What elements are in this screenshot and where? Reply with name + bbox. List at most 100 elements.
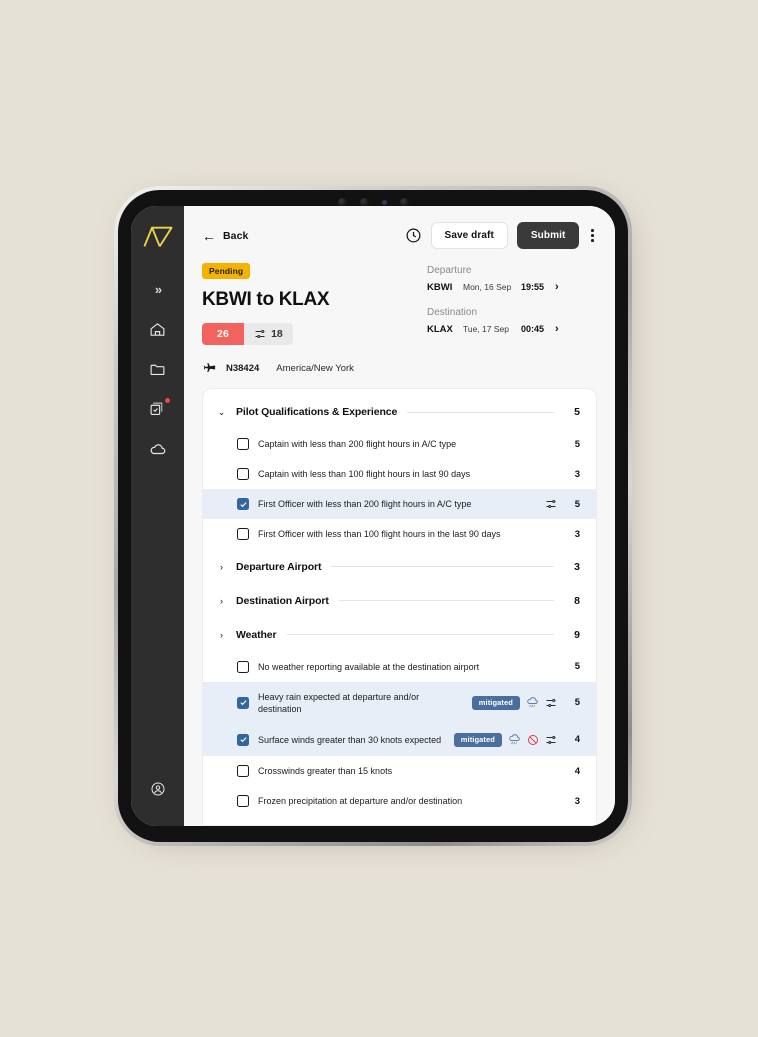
airplane-icon [203, 362, 216, 372]
arrow-left-icon: ← [202, 227, 216, 244]
checklist-section-header[interactable]: › Weather 9 [203, 618, 596, 652]
camera-sensor-indicator [381, 199, 387, 205]
toolbar: ← Back Save draft Submit [184, 206, 615, 255]
page-title: KBWI to KLAX [202, 289, 330, 310]
checklist-item-label: No weather reporting available at the de… [258, 661, 480, 672]
flight-header-left: Pending KBWI to KLAX 26 18 N38424 Americ… [202, 261, 427, 376]
checklist-item-row[interactable]: First Officer with less than 100 flight … [203, 519, 596, 549]
save-draft-button[interactable]: Save draft [430, 222, 508, 249]
destination-row[interactable]: KLAX Tue, 17 Sep 00:45 › [427, 323, 597, 335]
page-root: » ← Back Save draft Submit Pending KBWI … [0, 0, 758, 1037]
checklist-item-label: Captain with less than 200 flight hours … [258, 439, 457, 449]
checklist-item-score: 3 [574, 528, 580, 540]
checklist-item-icons: mitigated [471, 695, 557, 710]
user-circle-icon [151, 782, 164, 796]
checklist-item-score: 5 [574, 661, 580, 673]
checklist-item-row[interactable]: Heavy rain expected at departure and/or … [203, 681, 596, 724]
departure-code: KBWI [427, 281, 453, 293]
section-title: Destination Airport [236, 594, 329, 607]
departure-date: Mon, 16 Sep [463, 282, 512, 292]
clock-icon[interactable] [405, 227, 422, 244]
sidebar-item-folder[interactable] [141, 352, 175, 386]
sidebar-item-profile[interactable] [141, 772, 175, 806]
main-content: ← Back Save draft Submit Pending KBWI to… [184, 206, 615, 826]
checklist-item-score: 5 [574, 438, 580, 450]
sidebar-item-cloud[interactable] [141, 432, 175, 466]
check-icon [239, 737, 247, 743]
checklist-item-label: Heavy rain expected at departure and/or … [258, 691, 420, 714]
chevron-right-icon: › [555, 323, 559, 335]
checklist-item-row[interactable]: Captain with less than 200 flight hours … [203, 429, 596, 459]
prohibited-icon [528, 734, 538, 745]
timezone-label: America/New York [276, 363, 354, 374]
checklist-checkbox[interactable] [237, 438, 249, 451]
rain-cloud-icon [527, 697, 538, 708]
sidebar-item-home[interactable] [141, 312, 175, 346]
flight-header: Pending KBWI to KLAX 26 18 N38424 Americ… [184, 255, 615, 388]
departure-time: 19:55 [521, 282, 545, 292]
checklist-item-row[interactable]: Crosswinds greater than 15 knots 4 [203, 756, 596, 786]
checklist-item-score: 3 [574, 795, 580, 807]
checklist-item-row[interactable]: Surface winds greater than 30 knots expe… [203, 723, 596, 756]
cloud-icon [150, 444, 165, 455]
toolbar-actions: Save draft Submit [405, 222, 597, 249]
checklist-card-wrapper: ⌄ Pilot Qualifications & Experience 5 Capta… [184, 388, 615, 826]
checklist-checkbox[interactable] [237, 696, 249, 709]
section-score: 8 [574, 594, 580, 607]
section-title: Pilot Qualifications & Experience [236, 406, 398, 418]
checklist-item-label: First Officer with less than 200 flight … [258, 499, 472, 510]
checklist-item-row[interactable]: No weather reporting available at the de… [203, 652, 596, 682]
checklist-section-header[interactable]: › Departure Airport 3 [203, 550, 596, 584]
app-sidebar: » [131, 206, 184, 826]
risk-score-group[interactable]: 26 18 [202, 323, 427, 345]
checklist-checkbox[interactable] [237, 528, 249, 541]
logo-mark[interactable] [141, 222, 175, 252]
sidebar-item-expand[interactable]: » [141, 272, 175, 306]
checklist-item-score: 5 [574, 697, 580, 709]
section-chevron-icon: › [220, 595, 223, 606]
section-title: Departure Airport [236, 560, 322, 573]
checklist-scroll-area[interactable]: ⌄ Pilot Qualifications & Experience 5 Capta… [203, 395, 596, 825]
section-divider [331, 566, 554, 568]
mitigated-score: 18 [244, 323, 293, 345]
checklist-checkbox[interactable] [237, 498, 249, 511]
flight-legs: Departure KBWI Mon, 16 Sep 19:55 › Desti… [427, 261, 597, 376]
checklist-item-row[interactable]: Frozen precipitation at departure and/or… [203, 786, 596, 816]
sidebar-item-checklists[interactable] [141, 392, 175, 426]
checklist-checkbox[interactable] [237, 765, 249, 778]
tablet-screen: » ← Back Save draft Submit Pending KBWI … [131, 206, 615, 826]
departure-label: Departure [427, 265, 472, 276]
departure-row[interactable]: KBWI Mon, 16 Sep 19:55 › [427, 281, 597, 293]
checklist-checkbox[interactable] [237, 468, 249, 481]
section-divider [286, 634, 554, 636]
status-badge: Pending [202, 263, 251, 279]
mitigated-score-value: 18 [271, 328, 283, 340]
checklist-item-row[interactable]: First Officer with less than 200 flight … [203, 489, 596, 520]
checklist-section-header[interactable]: › Destination Airport 8 [203, 584, 596, 618]
section-chevron-icon: › [220, 629, 223, 640]
checklist-item-label: Surface winds greater than 30 knots expe… [258, 734, 442, 745]
checklist-icon [150, 402, 163, 415]
back-button[interactable]: ← Back [202, 229, 249, 243]
section-score: 3 [574, 560, 580, 573]
checklist-checkbox[interactable] [237, 660, 249, 673]
checklist-item-label: First Officer with less than 100 flight … [258, 529, 501, 540]
destination-time: 00:45 [521, 324, 545, 334]
tablet-device-frame: » ← Back Save draft Submit Pending KBWI … [114, 186, 632, 846]
aircraft-row: N38424 America/New York [202, 361, 427, 376]
checklist-item-score: 3 [574, 468, 580, 480]
section-score: 9 [574, 628, 580, 641]
checklist-checkbox[interactable] [237, 795, 249, 808]
section-divider [407, 411, 554, 413]
submit-button[interactable]: Submit [516, 222, 580, 249]
checklist-checkbox[interactable] [237, 733, 249, 746]
folder-icon [150, 364, 165, 375]
notification-badge [163, 397, 171, 404]
checklist-section-header[interactable]: ⌄ Pilot Qualifications & Experience 5 [203, 395, 596, 429]
destination-date: Tue, 17 Sep [463, 324, 509, 334]
checklist-item-row[interactable]: Captain with less than 100 flight hours … [203, 459, 596, 489]
rain-cloud-icon [509, 734, 520, 745]
section-chevron-icon: ⌄ [217, 406, 226, 417]
mitigated-badge: mitigated [453, 732, 502, 747]
kebab-menu-icon[interactable] [588, 225, 597, 246]
